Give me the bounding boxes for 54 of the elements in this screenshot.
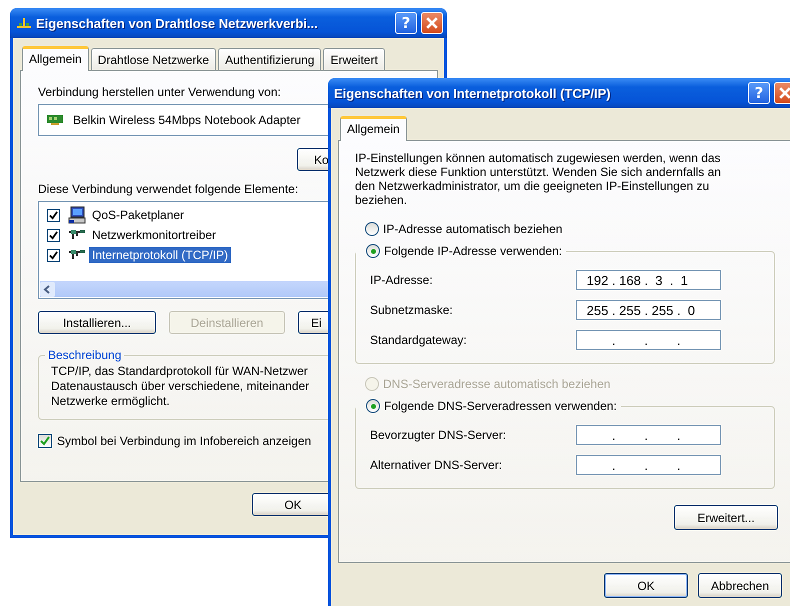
close-icon [426, 17, 438, 29]
checkbox-label: Symbol bei Verbindung im Infobereich anzeigen [57, 434, 312, 448]
ip-address-field[interactable]: 192 . 168 . 3 . 1 [576, 270, 721, 290]
tab[interactable]: Authentifizierung [218, 48, 322, 70]
radio-button[interactable] [366, 399, 380, 413]
close-button[interactable] [774, 82, 790, 104]
radio-label: DNS-Serveradresse automatisch beziehen [383, 377, 610, 391]
connect-label: Verbindung herstellen unter Verwendung von: [38, 85, 281, 99]
close-button[interactable] [421, 12, 443, 34]
computer-icon [68, 206, 86, 224]
window-title: Eigenschaften von Internetprotokoll (TCP/IP) [334, 86, 611, 100]
tab[interactable]: Drahtlose Netzwerke [90, 48, 216, 70]
radio-button[interactable] [365, 222, 379, 236]
field-label: Bevorzugter DNS-Server: [370, 428, 508, 442]
description-text: TCP/IP, das Standardprotokoll für WAN-Netzwer [51, 364, 308, 379]
radio-button[interactable] [366, 244, 380, 258]
field-label: Standardgateway: [370, 333, 468, 347]
window-title: Eigenschaften von Drahtlose Netzwerkverbi... [36, 16, 318, 30]
group-title: Beschreibung [47, 348, 122, 362]
ip-address-field[interactable]: . . . [576, 425, 721, 445]
components-label: Diese Verbindung verwendet folgende Elemente: [38, 182, 298, 196]
field-label: Alternativer DNS-Server: [370, 458, 504, 472]
tab[interactable]: Allgemein [22, 46, 89, 71]
checkbox[interactable] [47, 248, 60, 262]
adapter-name: Belkin Wireless 54Mbps Notebook Adapter [73, 113, 300, 127]
ip-address-field[interactable]: 255 . 255 . 255 . 0 [576, 300, 721, 320]
list-item[interactable]: Netzwerkmonitortreiber [89, 227, 220, 243]
action-button[interactable]: Installieren... [38, 311, 156, 334]
help-button[interactable]: ? [748, 82, 770, 104]
help-button[interactable]: ? [395, 12, 417, 34]
dialog-button[interactable]: Abbrechen [698, 573, 782, 598]
checkbox[interactable] [47, 228, 60, 242]
intro-text: IP-Einstellungen können automatisch zugewiesen werden, wenn das Netzwerk diese Funktion unterstützt. Wenden Sie sich andernfalls an den Netzwerkadministrator, um die geeigneten IP-Einstellungen zu beziehen. [355, 151, 722, 207]
scroll-left-icon[interactable] [40, 282, 55, 296]
list-item[interactable]: Internetprotokoll (TCP/IP) [89, 247, 232, 263]
field-label: Subnetzmaske: [370, 303, 454, 317]
tab[interactable]: Allgemein [340, 116, 407, 141]
field-label: IP-Adresse: [370, 273, 434, 287]
close-icon [779, 87, 790, 99]
network-card-icon [47, 114, 63, 126]
tab[interactable]: Erweitert [323, 48, 385, 70]
checkbox[interactable] [47, 208, 60, 222]
network-icon [16, 15, 32, 31]
description-text: Netzwerke ermöglicht. [51, 394, 170, 409]
checkbox[interactable] [38, 434, 52, 448]
description-text: Datenaustausch über verschiedene, miteinander [51, 379, 310, 394]
dialog-button[interactable]: OK [604, 573, 688, 598]
radio-label: IP-Adresse automatisch beziehen [383, 222, 562, 236]
radio-label: Folgende DNS-Serveradressen verwenden: [384, 399, 617, 413]
ip-address-field[interactable]: . . . [576, 455, 721, 475]
list-item[interactable]: QoS-Paketplaner [89, 207, 188, 223]
advanced-button[interactable]: Erweitert... [674, 505, 778, 530]
radio-label: Folgende IP-Adresse verwenden: [384, 244, 562, 258]
ip-address-field[interactable]: . . . [576, 330, 721, 350]
